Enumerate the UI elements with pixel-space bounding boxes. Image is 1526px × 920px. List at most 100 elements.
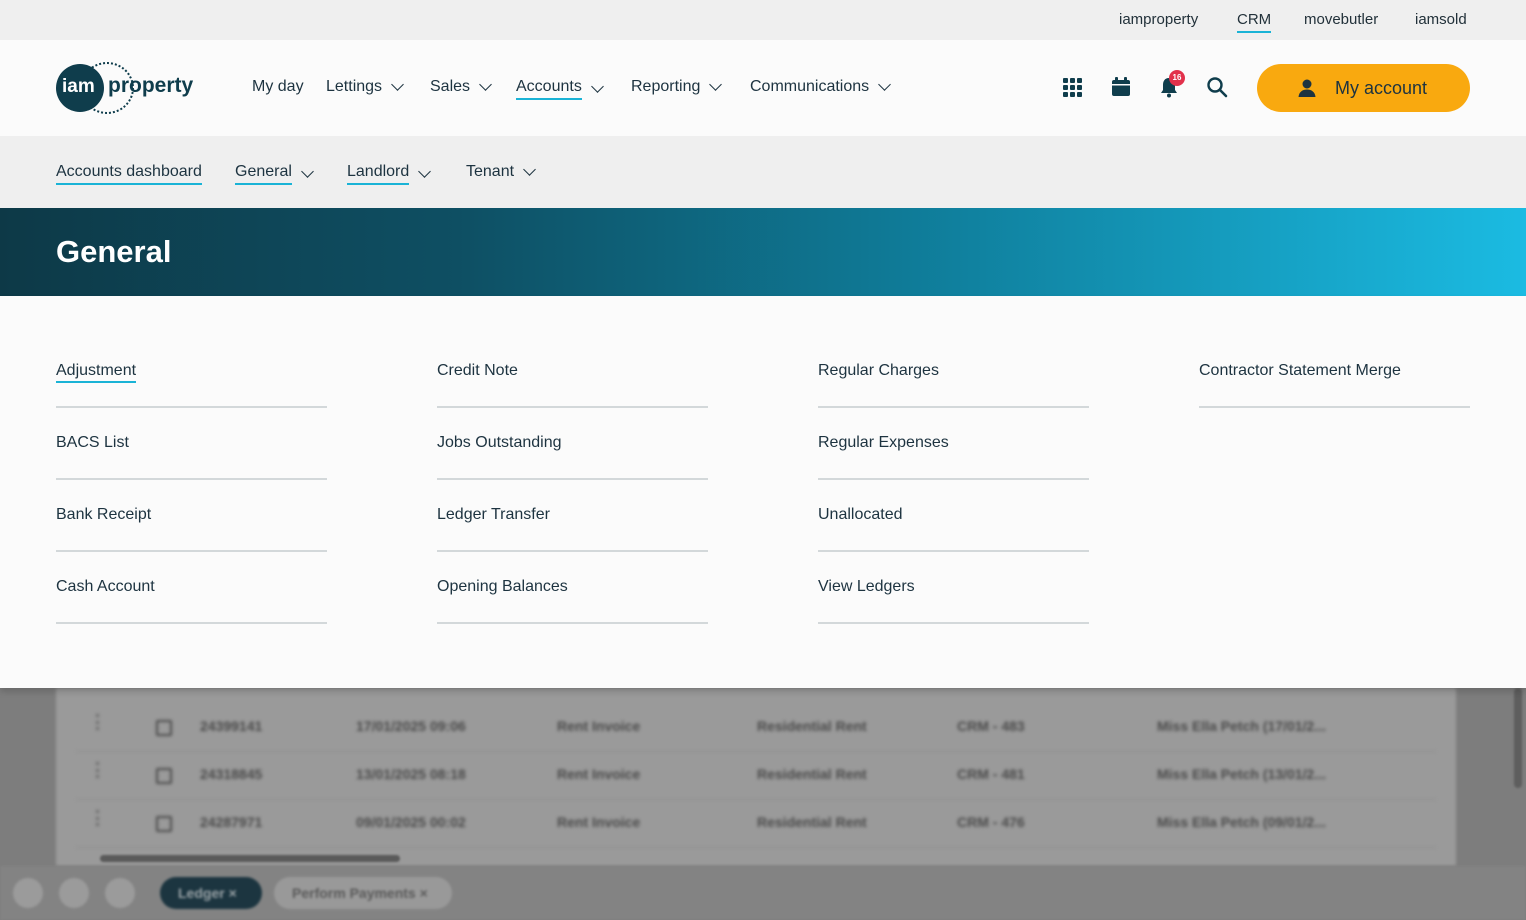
table-cell: CRM - 481: [957, 766, 1025, 782]
apps-grid-icon[interactable]: [1063, 78, 1082, 97]
row-checkbox: [156, 768, 172, 784]
util-link-iamproperty[interactable]: iamproperty: [1119, 11, 1198, 28]
utility-bar: iamproperty CRM movebutler iamsold: [0, 0, 1526, 40]
menu-link-label: Regular Charges: [818, 362, 939, 379]
general-menu-panel: Adjustment BACS List Bank Receipt Cash A…: [0, 296, 1526, 688]
subnav-accounts-dashboard[interactable]: Accounts dashboard: [56, 163, 202, 185]
table-row: 24318845 13/01/2025 08:18 Rent Invoice R…: [76, 752, 1436, 800]
nav-label: Lettings: [326, 78, 383, 95]
table-cell: Residential Rent: [757, 766, 867, 782]
section-banner: General: [0, 208, 1526, 296]
menu-link-view-ledgers[interactable]: View Ledgers: [818, 552, 1089, 624]
menu-link-unallocated[interactable]: Unallocated: [818, 480, 1089, 552]
subnav-general[interactable]: General: [235, 163, 314, 185]
chevron-down-icon: [590, 80, 604, 93]
row-checkbox: [156, 720, 172, 736]
menu-link-adjustment[interactable]: Adjustment: [56, 336, 327, 408]
menu-link-label: Unallocated: [818, 506, 903, 523]
table-cell: Miss Ella Petch (09/01/2...: [1157, 814, 1326, 830]
menu-link-jobs-outstanding[interactable]: Jobs Outstanding: [437, 408, 708, 480]
menu-link-label: Adjustment: [56, 362, 137, 383]
vertical-scrollbar: [1514, 688, 1522, 788]
row-menu-icon: [96, 714, 99, 730]
nav-label: Accounts: [516, 78, 582, 100]
nav-lettings[interactable]: Lettings: [326, 78, 404, 96]
logo[interactable]: iam property: [56, 62, 206, 114]
menu-link-label: Ledger Transfer: [437, 506, 550, 523]
menu-link-label: Credit Note: [437, 362, 518, 379]
menu-link-contractor-statement-merge[interactable]: Contractor Statement Merge: [1199, 336, 1470, 408]
sub-nav: Accounts dashboard General Landlord Tena…: [0, 136, 1526, 208]
user-icon: [1298, 79, 1316, 97]
util-link-iamsold[interactable]: iamsold: [1415, 11, 1467, 28]
menu-link-label: View Ledgers: [818, 578, 915, 595]
horizontal-scrollbar: [100, 855, 400, 862]
nav-label: My day: [252, 78, 304, 95]
nav-label: Reporting: [631, 78, 701, 95]
menu-link-credit-note[interactable]: Credit Note: [437, 336, 708, 408]
menu-link-label: Opening Balances: [437, 578, 568, 595]
nav-communications[interactable]: Communications: [750, 78, 892, 96]
nav-label: Communications: [750, 78, 870, 95]
notification-badge: 16: [1169, 70, 1185, 86]
menu-link-label: Jobs Outstanding: [437, 434, 562, 451]
tab-ledger: Ledger ×: [160, 877, 262, 909]
logo-mark-text: iam: [62, 76, 95, 97]
util-link-crm[interactable]: CRM: [1237, 11, 1272, 33]
table-cell: 24318845: [200, 766, 263, 782]
nav-reporting[interactable]: Reporting: [631, 78, 723, 96]
table-cell: Miss Ella Petch (13/01/2...: [1157, 766, 1326, 782]
table-cell: Residential Rent: [757, 814, 867, 830]
tab-label: Perform Payments: [292, 885, 416, 901]
chevron-down-icon: [523, 163, 536, 176]
users-icon: [59, 878, 89, 908]
table-cell: CRM - 476: [957, 814, 1025, 830]
dashboard-icon: [105, 878, 135, 908]
nav-my-day[interactable]: My day: [252, 78, 304, 96]
row-checkbox: [156, 816, 172, 832]
chevron-down-icon: [878, 78, 892, 91]
menu-link-label: BACS List: [56, 434, 129, 451]
menu-link-regular-expenses[interactable]: Regular Expenses: [818, 408, 1089, 480]
chevron-down-icon: [479, 78, 492, 91]
subnav-label: Landlord: [347, 163, 410, 185]
my-account-label: My account: [1335, 77, 1428, 98]
table-cell: 13/01/2025 08:18: [356, 766, 466, 782]
main-header: iam property My day Lettings Sales Accou…: [0, 40, 1526, 136]
menu-link-bank-receipt[interactable]: Bank Receipt: [56, 480, 327, 552]
background-overlay: 24399141 17/01/2025 09:06 Rent Invoice R…: [0, 688, 1526, 920]
nav-sales[interactable]: Sales: [430, 78, 492, 96]
calendar-icon[interactable]: [1110, 76, 1132, 98]
util-link-movebutler[interactable]: movebutler: [1304, 11, 1378, 28]
tab-label: Ledger: [178, 885, 225, 901]
menu-link-cash-account[interactable]: Cash Account: [56, 552, 327, 624]
table-cell: Residential Rent: [757, 718, 867, 734]
table-cell: Rent Invoice: [557, 766, 641, 782]
table-cell: Rent Invoice: [557, 718, 641, 734]
subnav-label: Tenant: [466, 163, 515, 180]
subnav-landlord[interactable]: Landlord: [347, 163, 432, 185]
menu-link-ledger-transfer[interactable]: Ledger Transfer: [437, 480, 708, 552]
menu-link-regular-charges[interactable]: Regular Charges: [818, 336, 1089, 408]
row-menu-icon: [96, 762, 99, 778]
table-cell: Rent Invoice: [557, 814, 641, 830]
table-row: 24287971 09/01/2025 00:02 Rent Invoice R…: [76, 800, 1436, 848]
menu-link-label: Bank Receipt: [56, 506, 152, 523]
chevron-down-icon: [709, 78, 723, 91]
my-account-button[interactable]: My account: [1257, 64, 1470, 112]
table-cell: 17/01/2025 09:06: [356, 718, 466, 734]
menu-link-bacs-list[interactable]: BACS List: [56, 408, 327, 480]
menu-link-opening-balances[interactable]: Opening Balances: [437, 552, 708, 624]
subnav-tenant[interactable]: Tenant: [466, 163, 536, 181]
page-title: General: [56, 234, 172, 269]
chevron-down-icon: [418, 165, 432, 178]
search-icon[interactable]: [1206, 76, 1228, 98]
table-cell: Miss Ella Petch (17/01/2...: [1157, 718, 1326, 734]
menu-link-label: Cash Account: [56, 578, 155, 595]
chevron-down-icon: [391, 78, 404, 91]
bottom-tab-bar: Ledger × Perform Payments ×: [0, 866, 1526, 920]
subnav-label: Accounts dashboard: [56, 163, 202, 185]
table-cell: CRM - 483: [957, 718, 1025, 734]
nav-accounts[interactable]: Accounts: [516, 78, 604, 100]
table-row: 24399141 17/01/2025 09:06 Rent Invoice R…: [76, 704, 1436, 752]
